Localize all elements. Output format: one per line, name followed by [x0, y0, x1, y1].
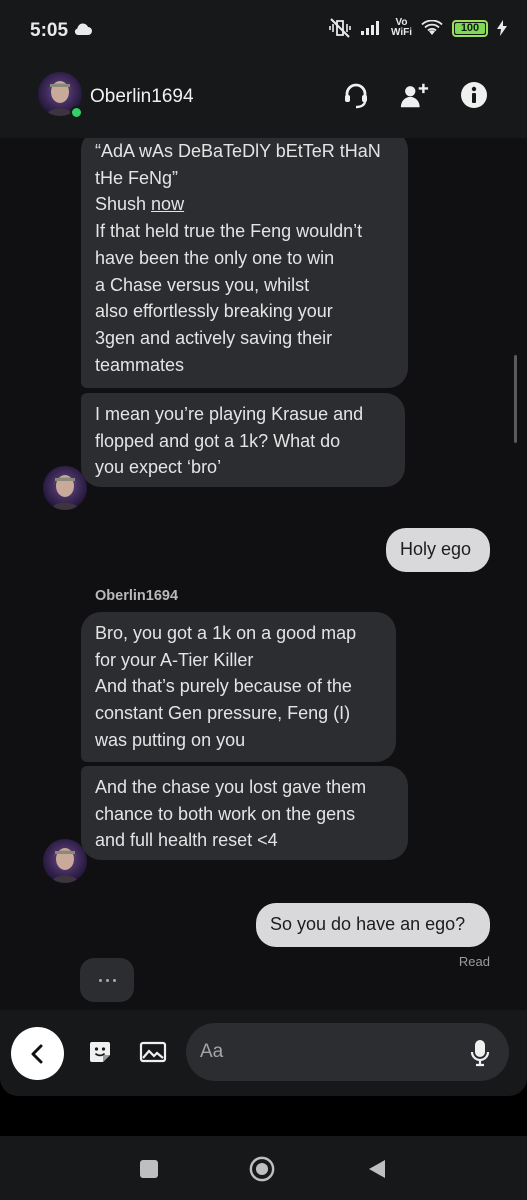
message-text: Holy ego	[400, 539, 472, 559]
message-bubble-incoming[interactable]: Bro, you got a 1k on a good map for your…	[81, 612, 396, 762]
read-receipt: Read	[458, 954, 490, 969]
vowifi-indicator: Vo WiFi	[391, 18, 412, 38]
mute-vibrate-icon	[329, 18, 351, 38]
info-icon[interactable]	[459, 80, 489, 110]
recents-square-icon[interactable]	[136, 1156, 162, 1182]
message-text: I mean you’re playing Krasue and flopped…	[95, 404, 364, 478]
back-icon	[31, 1044, 42, 1063]
battery-indicator: 100	[452, 19, 488, 37]
keyboard-gap	[0, 1096, 527, 1136]
add-person-icon[interactable]	[399, 80, 429, 110]
message-text-continued: If that held true the Feng wouldn’t have…	[95, 221, 363, 375]
message-text: “AdA wAs DeBaTeDlY bEtTeR tHaN tHe FeNg”…	[95, 141, 381, 215]
online-status-dot	[70, 106, 83, 119]
message-bubble-incoming[interactable]: And the chase you lost gave them chance …	[81, 766, 408, 860]
vowifi-line2: WiFi	[390, 27, 412, 38]
home-circle-icon[interactable]	[249, 1156, 275, 1182]
message-bubble-incoming[interactable]: “AdA wAs DeBaTeDlY bEtTeR tHaN tHe FeNg”…	[81, 138, 408, 388]
status-time: 5:05	[30, 20, 69, 41]
sender-avatar[interactable]	[43, 839, 87, 883]
message-bubble-outgoing[interactable]: So you do have an ego?	[256, 903, 490, 947]
message-bubble-incoming[interactable]: I mean you’re playing Krasue and flopped…	[81, 393, 405, 487]
message-input[interactable]	[186, 1023, 509, 1081]
chat-header: Oberlin1694	[0, 62, 527, 138]
avatar-image	[43, 839, 87, 883]
microphone-icon[interactable]	[468, 1038, 492, 1068]
contact-name[interactable]: Oberlin1694	[90, 86, 194, 108]
wifi-icon	[421, 20, 443, 35]
system-nav-bar	[0, 1136, 527, 1200]
message-composer	[0, 1010, 527, 1096]
battery-level: 100	[460, 22, 480, 34]
message-text: Bro, you got a 1k on a good map for your…	[95, 623, 357, 750]
image-icon[interactable]	[139, 1038, 167, 1066]
back-button[interactable]	[11, 1027, 64, 1080]
avatar-image	[43, 466, 87, 510]
status-bar: 5:05 Vo WiFi 100	[0, 0, 527, 62]
cloud-icon	[74, 23, 92, 35]
call-headset-icon[interactable]	[341, 80, 371, 110]
chat-scrollbar[interactable]	[514, 355, 517, 443]
back-triangle-icon[interactable]	[364, 1156, 390, 1182]
sender-avatar[interactable]	[43, 466, 87, 510]
message-text: And the chase you lost gave them chance …	[95, 777, 367, 851]
signal-icon	[360, 21, 379, 35]
message-bubble-outgoing[interactable]: Holy ego	[386, 528, 490, 572]
typing-indicator	[80, 958, 134, 1002]
message-link-now[interactable]: now	[151, 194, 184, 214]
message-text: So you do have an ego?	[270, 914, 466, 934]
sender-name-label: Oberlin1694	[95, 588, 179, 604]
chat-thread[interactable]: “AdA wAs DeBaTeDlY bEtTeR tHaN tHe FeNg”…	[0, 138, 527, 1010]
sticker-icon[interactable]	[86, 1038, 114, 1066]
status-icons: Vo WiFi 100	[329, 18, 507, 38]
charging-icon	[497, 20, 507, 36]
